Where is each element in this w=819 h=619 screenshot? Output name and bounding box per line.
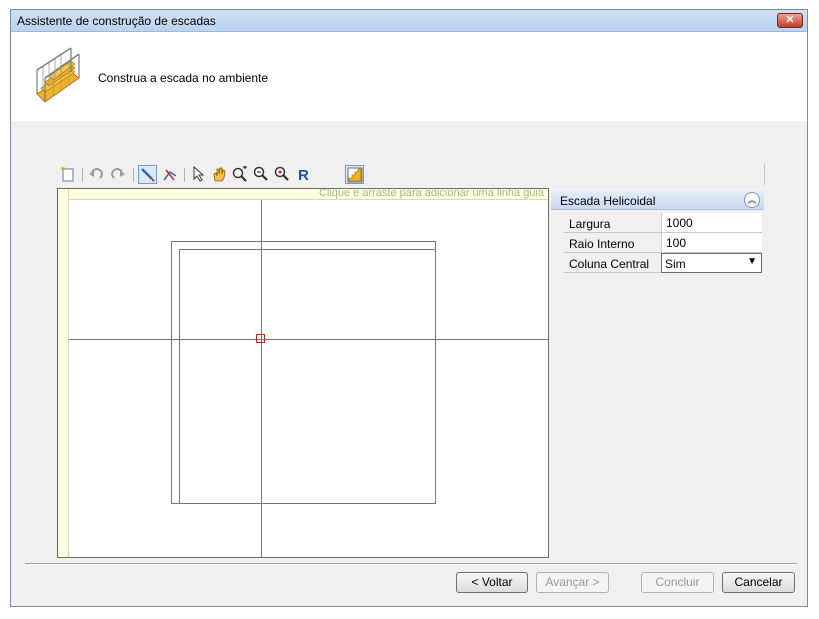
chevron-down-icon: ▼ — [747, 256, 757, 267]
redraw-icon: R — [298, 167, 309, 182]
collapse-icon[interactable]: ︽ — [744, 192, 760, 208]
coluna-central-select[interactable]: Sim ▼ — [661, 253, 762, 273]
undo-icon — [89, 168, 103, 179]
redraw-button[interactable]: R — [295, 165, 314, 184]
select-arrow-icon — [193, 166, 205, 182]
zoom-in-icon — [253, 166, 268, 181]
cancel-button[interactable]: Cancelar — [722, 572, 795, 593]
raio-interno-field[interactable]: 100 — [661, 233, 762, 252]
property-label: Coluna Central — [569, 257, 650, 271]
property-row-largura: Largura 1000 — [564, 213, 762, 233]
footer-divider — [25, 563, 797, 565]
pan-hand-icon — [213, 167, 226, 182]
horizontal-ruler[interactable]: Clique e arraste para adicionar uma linh… — [58, 189, 548, 200]
wizard-window: Assistente de construção de escadas ✕ Co… — [10, 9, 808, 607]
new-icon — [60, 166, 74, 182]
staircase-view-icon — [347, 167, 363, 183]
property-row-raio-interno: Raio Interno 100 — [564, 233, 762, 253]
draw-button[interactable] — [138, 165, 157, 184]
section-title: Escada Helicoidal — [560, 194, 656, 208]
properties-panel: Escada Helicoidal ︽ Largura 1000 Raio In… — [551, 191, 764, 287]
room-wall-inner[interactable] — [179, 249, 436, 504]
window-title: Assistente de construção de escadas — [17, 14, 216, 28]
svg-text:R: R — [298, 167, 309, 182]
new-button[interactable] — [59, 165, 78, 184]
origin-marker[interactable] — [256, 334, 265, 343]
properties-section-header[interactable]: Escada Helicoidal ︽ — [551, 191, 764, 210]
edit-path-button[interactable] — [161, 165, 180, 184]
title-bar[interactable]: Assistente de construção de escadas ✕ — [11, 10, 807, 32]
toolbar-separator — [133, 168, 134, 182]
staircase-view-button[interactable] — [345, 165, 364, 184]
zoom-out-button[interactable] — [273, 165, 292, 184]
undo-button[interactable] — [87, 165, 106, 184]
redo-icon — [111, 168, 125, 179]
property-row-coluna-central: Coluna Central Sim ▼ — [564, 253, 762, 273]
property-label: Largura — [569, 217, 611, 231]
pan-button[interactable] — [210, 165, 229, 184]
next-button[interactable]: Avançar > — [536, 572, 609, 593]
zoom-window-button[interactable] — [231, 165, 250, 184]
drawing-canvas[interactable]: Clique e arraste para adicionar uma linh… — [57, 188, 549, 558]
zoom-out-icon — [274, 166, 289, 181]
guide-hint: Clique e arraste para adicionar uma linh… — [318, 188, 544, 199]
wizard-header: Construa a escada no ambiente — [11, 32, 807, 121]
toolbar-end — [764, 163, 765, 185]
redo-button[interactable] — [109, 165, 128, 184]
edit-path-icon — [163, 169, 177, 181]
close-button[interactable]: ✕ — [777, 13, 803, 28]
toolbar-separator — [184, 168, 185, 182]
select-button[interactable] — [189, 165, 208, 184]
draw-icon — [141, 168, 155, 182]
largura-field[interactable]: 1000 — [661, 213, 762, 232]
staircase-icon — [36, 47, 80, 103]
finish-button[interactable]: Concluir — [641, 572, 714, 593]
drawing-toolbar: R — [57, 163, 765, 187]
property-label: Raio Interno — [569, 237, 635, 251]
back-button[interactable]: < Voltar — [456, 572, 528, 593]
toolbar-separator — [82, 168, 83, 182]
zoom-in-button[interactable] — [252, 165, 271, 184]
zoom-window-icon — [232, 166, 247, 182]
header-instruction: Construa a escada no ambiente — [98, 71, 269, 85]
vertical-ruler[interactable] — [58, 189, 69, 557]
